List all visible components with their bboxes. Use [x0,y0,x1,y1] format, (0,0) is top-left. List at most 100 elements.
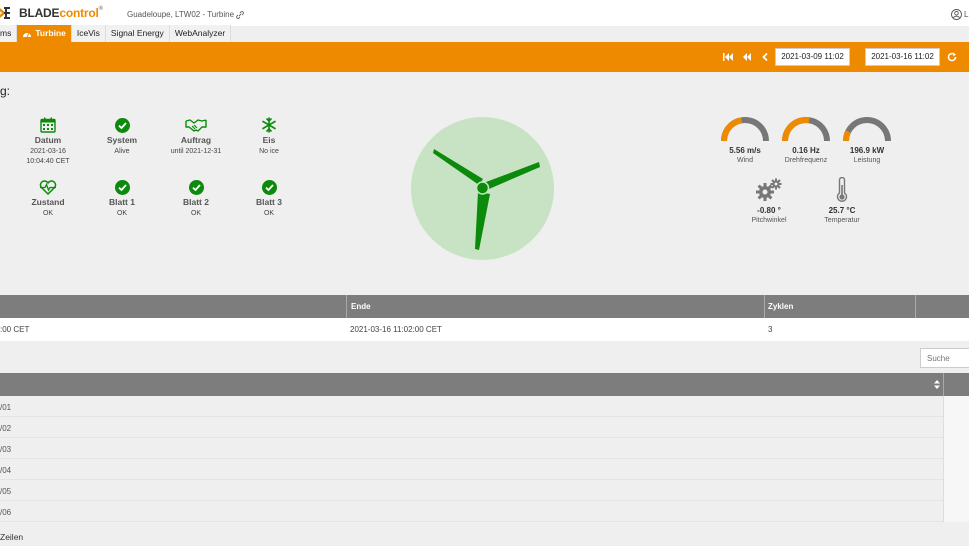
gauge-pitchwinkel: -0.80 ° Pitchwinkel [736,177,802,224]
status-blatt3-label: Blatt 3 [256,197,282,207]
status-zustand: Zustand OK [13,178,83,219]
status-system-label: System [106,135,138,145]
col-zyklen-header[interactable]: Zyklen [768,302,793,311]
cell-ende: 2021-03-16 11:02:00 CET [350,325,442,334]
main-nav: ms Turbine IceVis Signal Energy WebAnaly… [0,25,232,42]
tab-webanalyzer[interactable]: WebAnalyzer [169,25,232,42]
tab-systems[interactable]: ms [0,25,18,42]
calendar-icon [40,117,56,133]
rows-footer: Zeilen [0,532,24,542]
status-blatt3: Blatt 3 OK [234,178,304,219]
logo-mark-icon [0,7,10,19]
table-right-column [943,396,969,522]
search-input[interactable] [920,348,969,368]
user-menu[interactable]: L [951,9,968,20]
row-label: /02 [0,424,12,433]
status-blatt2-value: OK [190,210,202,217]
date-from-input[interactable]: 2021-03-09 11:02 [775,48,850,66]
tab-icevis-label: IceVis [76,28,100,38]
dashboard-icon [23,32,32,38]
refresh-icon[interactable] [947,52,957,62]
gauge-drehfrequenz: 0.16 Hz Drehfrequenz [773,116,839,164]
gauge-wind-name: Wind [737,157,753,164]
gauge-wind: 5.56 m/s Wind [712,116,778,164]
gears-icon [756,178,782,201]
tab-icevis[interactable]: IceVis [71,25,106,42]
column-divider [915,295,916,318]
status-auftrag: Auftrag until 2021-12-31 [161,116,231,157]
tab-systems-label: ms [0,28,12,38]
status-datum-value: 2021-03-16 10:04:40 CET [26,148,70,165]
gauge-leistung-arc [843,117,891,142]
check-circle-icon [261,179,277,195]
cell-zyklen: 3 [768,325,773,334]
section-heading: g: [0,84,11,98]
tab-webanalyzer-label: WebAnalyzer [174,28,226,38]
gauge-leistung-name: Leistung [853,157,881,164]
site-text: Guadeloupe, LTW02 - Turbine [127,10,235,19]
gauge-drehfrequenz-name: Drehfrequenz [784,157,828,164]
logo-reg-mark: ® [98,6,103,12]
user-icon [951,9,962,20]
site-label: Guadeloupe, LTW02 - Turbine [127,10,245,19]
gauge-pitchwinkel-name: Pitchwinkel [751,217,787,224]
logo-blade-text: BLADE [19,6,60,20]
table-row: :00 CET 2021-03-16 11:02:00 CET 3 [0,318,969,341]
column-divider [764,295,765,318]
table-row[interactable]: /05 [0,480,943,501]
gauge-temperatur-name: Temperatur [824,217,860,224]
check-circle-icon [114,179,130,195]
table-row[interactable]: /03 [0,438,943,459]
sort-icon[interactable] [934,380,940,389]
status-auftrag-value: until 2021-12-31 [170,148,222,155]
row-label: /01 [0,403,12,412]
row-label: /05 [0,487,12,496]
table-row[interactable]: /04 [0,459,943,480]
status-blatt3-value: OK [263,210,275,217]
link-icon[interactable] [236,11,245,19]
gauge-leistung-value: 196.9 kW [849,146,885,155]
tab-turbine[interactable]: Turbine [17,25,72,42]
table-row[interactable]: /01 [0,396,943,417]
cycles-table-header: Ende Zyklen [0,295,969,318]
tab-signal-energy[interactable]: Signal Energy [105,25,170,42]
status-zustand-value: OK [42,210,54,217]
status-system: System Alive [87,116,157,157]
status-blatt1-label: Blatt 1 [109,197,135,207]
gauge-drehfrequenz-value: 0.16 Hz [792,146,820,155]
status-blatt2-label: Blatt 2 [183,197,209,207]
bladecontrol-logo[interactable]: BLADEcontrol® [0,5,103,21]
turbine-rotor-graphic [411,117,554,260]
status-datum-label: Datum [34,135,62,145]
row-label: /03 [0,445,12,454]
gauge-temperatur-value: 25.7 °C [828,206,856,215]
status-blatt1-value: OK [116,210,128,217]
heartbeat-icon [39,179,57,195]
chevron-left-icon[interactable] [761,53,771,61]
first-page-icon[interactable] [723,53,733,61]
status-datum: Datum 2021-03-16 10:04:40 CET [13,116,83,167]
top-header: BLADEcontrol® Guadeloupe, LTW02 - Turbin… [0,0,969,26]
column-divider [346,295,347,318]
status-eis-value: No ice [259,148,279,155]
status-eis-label: Eis [262,135,276,145]
row-label: /06 [0,508,12,517]
status-system-value: Alive [114,148,130,155]
gauge-drehfrequenz-arc [782,117,830,142]
rewind-icon[interactable] [742,53,752,61]
date-to-input[interactable]: 2021-03-16 11:02 [865,48,940,66]
table-row[interactable]: /06 [0,501,943,522]
table-row[interactable]: /02 [0,417,943,438]
date-toolbar: 2021-03-09 11:02 2021-03-16 11:02 [0,42,969,72]
user-initial: L [964,10,969,19]
col-ende-header[interactable]: Ende [351,302,371,311]
column-divider [943,373,944,396]
gauge-leistung: 196.9 kW Leistung [834,116,900,164]
status-blatt1: Blatt 1 OK [87,178,157,219]
logo-control-text: control [59,6,99,20]
check-circle-icon [188,179,204,195]
status-blatt2: Blatt 2 OK [161,178,231,219]
gauge-pitchwinkel-value: -0.80 ° [757,206,781,215]
list-table-header [0,373,969,396]
status-auftrag-label: Auftrag [180,135,212,145]
